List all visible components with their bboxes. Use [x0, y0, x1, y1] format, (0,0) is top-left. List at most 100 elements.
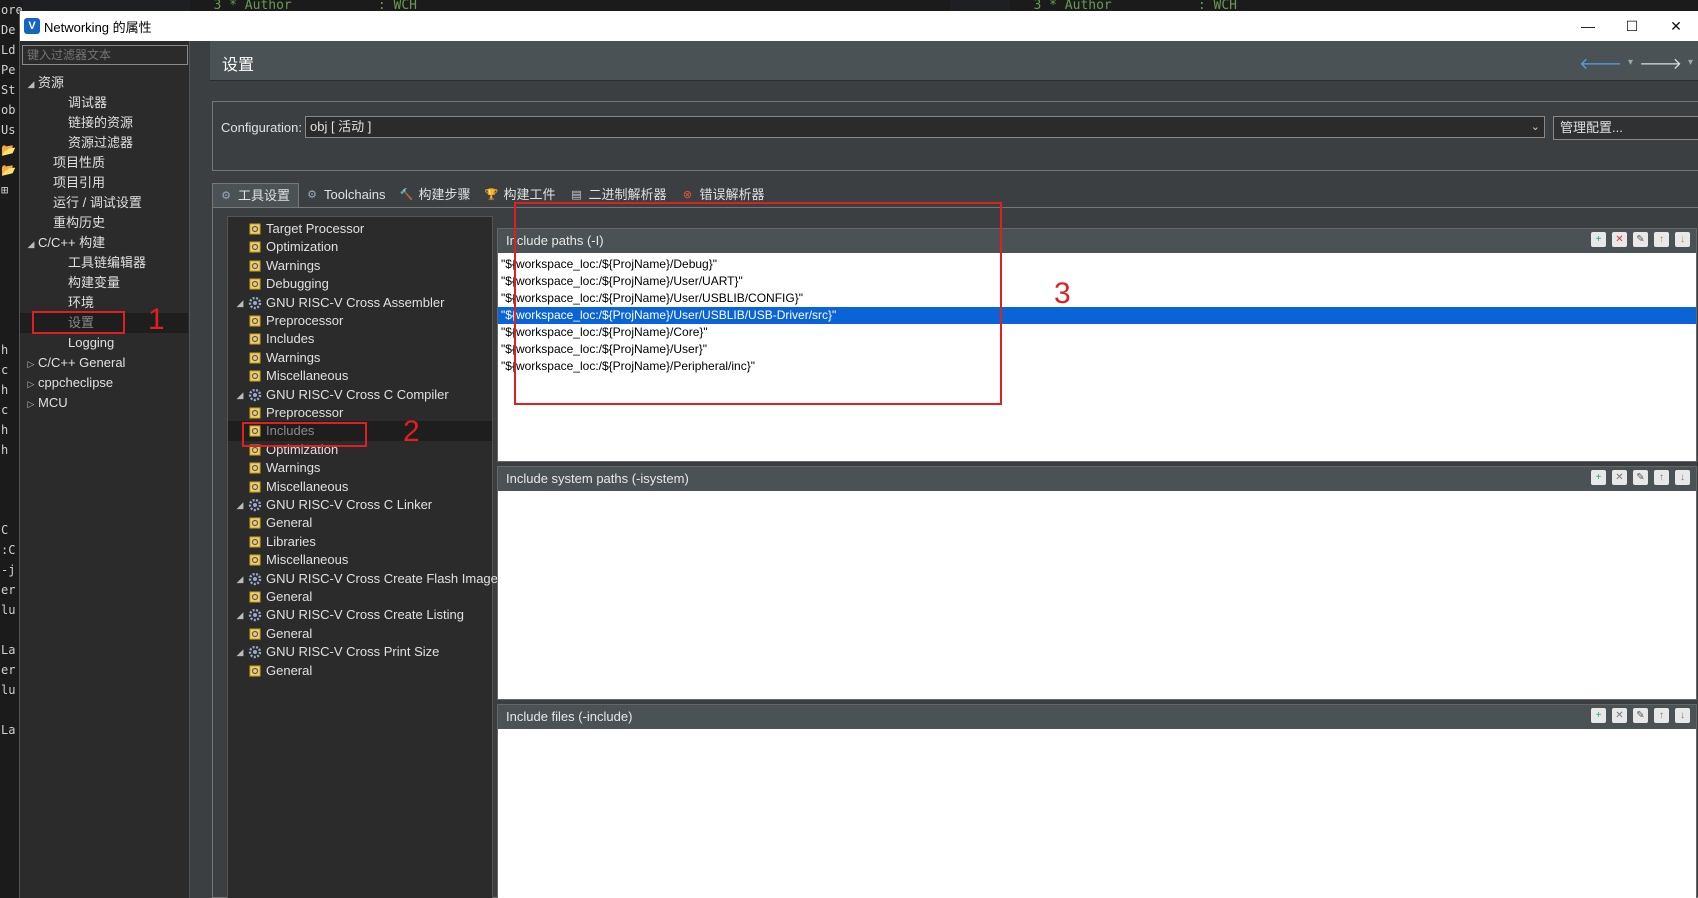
tool-option[interactable]: General — [248, 624, 312, 644]
expand-toggle-icon[interactable]: ◢ — [232, 385, 248, 405]
collapse-toggle-icon[interactable]: ▷ — [24, 374, 38, 394]
tool-option[interactable]: Libraries — [248, 532, 316, 552]
nav-item-6[interactable]: 运行 / 调试设置 — [20, 193, 188, 213]
expand-toggle-icon[interactable]: ◢ — [232, 605, 248, 625]
filter-input[interactable] — [22, 45, 188, 65]
configuration-select[interactable]: obj [ 活动 ] ⌄ — [305, 116, 1545, 138]
settings-page-icon — [248, 277, 262, 291]
edit-icon[interactable]: ✎ — [1633, 470, 1648, 485]
tab-label: 工具设置 — [238, 187, 291, 203]
tool-option[interactable]: Optimization — [232, 237, 338, 257]
nav-item-label: MCU — [38, 395, 68, 410]
tab-2[interactable]: 🔨 构建步骤 — [393, 183, 478, 207]
delete-icon[interactable]: ✕ — [1612, 232, 1627, 247]
nav-item-2[interactable]: 链接的资源 — [20, 113, 188, 133]
tool-item-label: Preprocessor — [266, 313, 344, 328]
section-title: Include files (-include) — [506, 709, 633, 724]
include-system-list[interactable] — [498, 491, 1696, 699]
nav-item-9[interactable]: 工具链编辑器 — [20, 253, 188, 273]
expand-toggle-icon[interactable]: ◢ — [24, 234, 38, 254]
section-header: Include files (-include) + ✕ ✎ ↑ ↓ — [498, 705, 1696, 729]
add-icon[interactable]: + — [1591, 232, 1606, 247]
maximize-button[interactable]: ☐ — [1610, 11, 1654, 41]
tool-option[interactable]: Preprocessor — [248, 311, 343, 331]
tool-option[interactable]: Miscellaneous — [248, 550, 348, 570]
chevron-down-icon[interactable]: ▾ — [1628, 53, 1633, 74]
include-files-list[interactable] — [498, 729, 1696, 898]
tool-option[interactable]: General — [248, 587, 312, 607]
background-editor-left: 3 * Author : WCH — [190, 0, 950, 11]
tool-option[interactable]: Warnings — [248, 458, 320, 478]
edit-icon[interactable]: ✎ — [1633, 232, 1648, 247]
tool-group[interactable]: ◢ GNU RISC-V Cross Create Flash Image — [232, 569, 498, 589]
tool-group[interactable]: ◢ GNU RISC-V Cross Assembler — [232, 293, 445, 313]
tool-item-label: GNU RISC-V Cross Create Listing — [266, 607, 464, 623]
tool-group[interactable]: ◢ GNU RISC-V Cross Create Listing — [232, 605, 464, 625]
add-icon[interactable]: + — [1591, 470, 1606, 485]
expand-toggle-icon[interactable]: ◢ — [232, 569, 248, 589]
nav-item-3[interactable]: 资源过滤器 — [20, 133, 188, 153]
tool-option[interactable]: Warnings — [248, 348, 320, 368]
move-up-icon[interactable]: ↑ — [1654, 232, 1669, 247]
tab-icon: ▤ — [571, 189, 582, 201]
sash[interactable] — [190, 41, 210, 898]
nav-item-0[interactable]: ◢ 资源 — [20, 73, 188, 93]
expand-toggle-icon[interactable]: ◢ — [232, 293, 248, 313]
move-down-icon[interactable]: ↓ — [1675, 470, 1690, 485]
tool-item-label: GNU RISC-V Cross Create Flash Image — [266, 570, 498, 586]
tool-option[interactable]: Warnings — [232, 256, 320, 276]
expand-toggle-icon[interactable]: ◢ — [232, 495, 248, 515]
gear-icon — [248, 388, 262, 402]
chevron-down-icon[interactable]: ▾ — [1688, 53, 1693, 74]
tab-icon: 🔨 — [399, 189, 414, 201]
move-down-icon[interactable]: ↓ — [1675, 708, 1690, 723]
manage-configurations-button[interactable]: 管理配置... — [1553, 116, 1698, 140]
expand-toggle-icon[interactable]: ◢ — [232, 642, 248, 662]
tool-option[interactable]: Miscellaneous — [248, 366, 348, 386]
tab-0[interactable]: ⚙ 工具设置 — [212, 183, 300, 207]
tool-option[interactable]: Debugging — [232, 274, 329, 294]
move-up-icon[interactable]: ↑ — [1654, 470, 1669, 485]
tool-option[interactable]: General — [248, 661, 312, 681]
delete-icon[interactable]: ✕ — [1612, 470, 1627, 485]
nav-item-15[interactable]: ▷ cppcheclipse — [20, 373, 188, 393]
minimize-button[interactable]: — — [1566, 11, 1610, 41]
delete-icon[interactable]: ✕ — [1612, 708, 1627, 723]
nav-item-7[interactable]: 重构历史 — [20, 213, 188, 233]
tool-option[interactable]: Miscellaneous — [248, 477, 348, 497]
tool-group[interactable]: ◢ GNU RISC-V Cross C Linker — [232, 495, 433, 515]
tool-item-label: Debugging — [266, 276, 329, 292]
nav-item-label: 构建变量 — [68, 275, 121, 290]
nav-item-14[interactable]: ▷ C/C++ General — [20, 353, 188, 373]
nav-item-5[interactable]: 项目引用 — [20, 173, 188, 193]
tool-option[interactable]: Preprocessor — [248, 403, 343, 423]
gear-icon — [248, 498, 262, 512]
edit-icon[interactable]: ✎ — [1633, 708, 1648, 723]
expand-toggle-icon[interactable]: ◢ — [24, 74, 38, 94]
collapse-toggle-icon[interactable]: ▷ — [24, 354, 38, 374]
tool-item-label: Warnings — [266, 257, 321, 273]
add-icon[interactable]: + — [1591, 708, 1606, 723]
nav-item-label: cppcheclipse — [38, 375, 114, 390]
close-button[interactable]: ✕ — [1654, 11, 1698, 41]
move-up-icon[interactable]: ↑ — [1654, 708, 1669, 723]
nav-item-label: 项目引用 — [53, 175, 106, 190]
tool-group[interactable]: ◢ GNU RISC-V Cross Print Size — [232, 642, 440, 662]
tool-option[interactable]: General — [248, 513, 312, 533]
nav-item-4[interactable]: 项目性质 — [20, 153, 188, 173]
collapse-toggle-icon[interactable]: ▷ — [24, 394, 38, 414]
tool-group[interactable]: ◢ GNU RISC-V Cross C Compiler — [232, 385, 449, 405]
nav-item-8[interactable]: ◢ C/C++ 构建 — [20, 233, 188, 253]
nav-item-16[interactable]: ▷ MCU — [20, 393, 188, 413]
move-down-icon[interactable]: ↓ — [1675, 232, 1690, 247]
tab-1[interactable]: ⚙ Toolchains — [299, 183, 393, 207]
nav-item-1[interactable]: 调试器 — [20, 93, 188, 113]
window-controls: — ☐ ✕ — [1566, 11, 1698, 41]
tool-option[interactable]: Target Processor — [232, 219, 364, 239]
forward-arrow-icon[interactable]: 🡒 — [1639, 53, 1682, 74]
tool-option[interactable]: Includes — [248, 329, 314, 349]
back-arrow-icon[interactable]: 🡐 — [1579, 53, 1622, 74]
nav-item-10[interactable]: 构建变量 — [20, 273, 188, 293]
tool-item-label: General — [266, 589, 313, 604]
nav-item-label: 调试器 — [68, 95, 108, 110]
